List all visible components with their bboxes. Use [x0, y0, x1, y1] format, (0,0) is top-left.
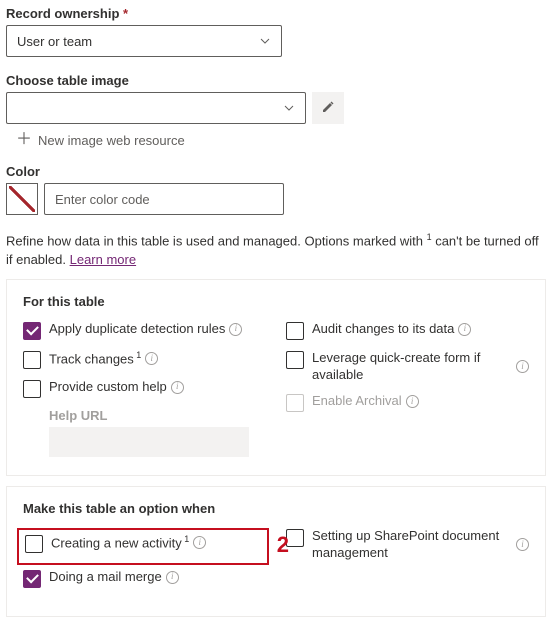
provide-help-checkbox[interactable] — [23, 380, 41, 398]
table-image-label: Choose table image — [6, 73, 546, 88]
refine-description: Refine how data in this table is used an… — [6, 231, 546, 269]
track-changes-checkbox[interactable] — [23, 351, 41, 369]
new-activity-checkbox[interactable] — [25, 535, 43, 553]
info-icon[interactable]: i — [516, 538, 529, 551]
new-activity-label: Creating a new activity 1 — [51, 534, 189, 552]
sharepoint-label: Setting up SharePoint document managemen… — [312, 528, 512, 562]
info-icon[interactable]: i — [145, 352, 158, 365]
leverage-quickcreate-checkbox[interactable] — [286, 351, 304, 369]
table-image-select[interactable] — [6, 92, 306, 124]
info-icon[interactable]: i — [516, 360, 529, 373]
enable-archival-checkbox — [286, 394, 304, 412]
record-ownership-field: Record ownership * User or team — [6, 6, 546, 57]
track-changes-label: Track changes 1 — [49, 350, 141, 368]
leverage-quickcreate-label: Leverage quick-create form if available — [312, 350, 512, 384]
table-image-field: Choose table image ＋ New image web resou… — [6, 73, 546, 148]
pencil-icon — [321, 100, 335, 117]
mail-merge-label: Doing a mail merge — [49, 569, 162, 586]
color-field: Color — [6, 164, 546, 215]
edit-image-button[interactable] — [312, 92, 344, 124]
learn-more-link[interactable]: Learn more — [70, 252, 136, 267]
chevron-down-icon — [259, 35, 271, 47]
color-label: Color — [6, 164, 546, 179]
label-text: Record ownership — [6, 6, 119, 21]
record-ownership-select[interactable]: User or team — [6, 25, 282, 57]
info-icon[interactable]: i — [166, 571, 179, 584]
audit-changes-label: Audit changes to its data — [312, 321, 454, 338]
new-image-text: New image web resource — [38, 133, 185, 148]
new-image-link[interactable]: ＋ New image web resource — [6, 132, 546, 148]
make-option-panel: Make this table an option when 2 Creatin… — [6, 486, 546, 617]
desc-a: Refine how data in this table is used an… — [6, 233, 427, 248]
record-ownership-label: Record ownership * — [6, 6, 546, 21]
mail-merge-checkbox[interactable] — [23, 570, 41, 588]
info-icon[interactable]: i — [193, 536, 206, 549]
info-icon[interactable]: i — [171, 381, 184, 394]
audit-changes-checkbox[interactable] — [286, 322, 304, 340]
enable-archival-label: Enable Archival — [312, 393, 402, 410]
panel-title: For this table — [23, 294, 529, 309]
chevron-down-icon — [283, 102, 295, 114]
color-swatch[interactable] — [6, 183, 38, 215]
panel-title: Make this table an option when — [23, 501, 529, 516]
apply-duplicate-checkbox[interactable] — [23, 322, 41, 340]
for-this-table-panel: For this table Apply duplicate detection… — [6, 279, 546, 476]
help-url-input — [49, 427, 249, 457]
help-url-section: Help URL — [49, 408, 266, 457]
color-input[interactable] — [44, 183, 284, 215]
annotation-highlight: 2 Creating a new activity 1 i — [17, 528, 269, 565]
annotation-number: 2 — [277, 532, 289, 558]
info-icon[interactable]: i — [458, 323, 471, 336]
provide-help-label: Provide custom help — [49, 379, 167, 396]
info-icon[interactable]: i — [229, 323, 242, 336]
help-url-label: Help URL — [49, 408, 266, 423]
select-value: User or team — [17, 34, 92, 49]
plus-icon: ＋ — [16, 132, 32, 148]
info-icon[interactable]: i — [406, 395, 419, 408]
required-asterisk: * — [123, 6, 128, 21]
apply-duplicate-label: Apply duplicate detection rules — [49, 321, 225, 338]
